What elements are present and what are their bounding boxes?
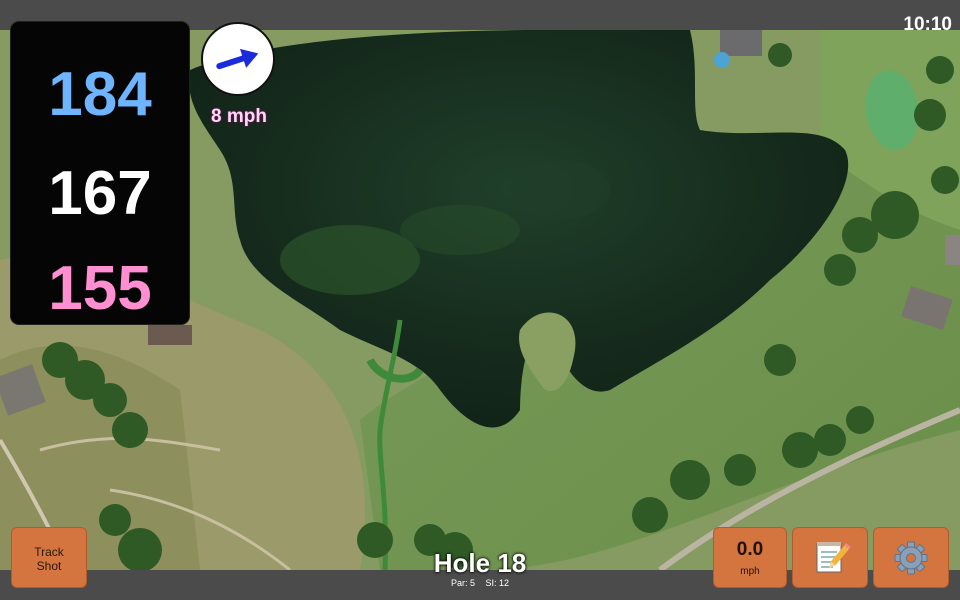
- speed-button[interactable]: 0.0 mph: [713, 527, 787, 588]
- speed-unit: mph: [740, 566, 760, 577]
- gear-icon: [894, 541, 928, 575]
- track-shot-label-line1: Track: [34, 545, 64, 559]
- front-distance: 155: [48, 254, 152, 323]
- settings-button[interactable]: [873, 527, 949, 588]
- wind-direction-indicator: [201, 22, 275, 96]
- notepad-icon: [816, 542, 851, 573]
- back-distance: 184: [48, 60, 152, 129]
- middle-distance: 167: [48, 159, 152, 228]
- scorecard-notes-button[interactable]: [792, 527, 868, 588]
- hole-par: Par: 5: [450, 578, 475, 588]
- wind-speed-label: 8 mph: [211, 106, 267, 127]
- speed-value: 0.0: [736, 539, 764, 560]
- hole-details: Par: 5 SI: 12: [380, 578, 580, 588]
- hole-stroke-index: SI: 12: [485, 578, 510, 588]
- track-shot-label-line2: Shot: [36, 559, 62, 573]
- track-shot-button[interactable]: Track Shot: [11, 527, 87, 588]
- hole-title: Hole 18: [433, 548, 527, 578]
- wind-arrow-icon: [216, 48, 259, 70]
- yardage-panel: 184 167 155: [11, 22, 189, 324]
- clock-time: 10:10: [903, 14, 952, 35]
